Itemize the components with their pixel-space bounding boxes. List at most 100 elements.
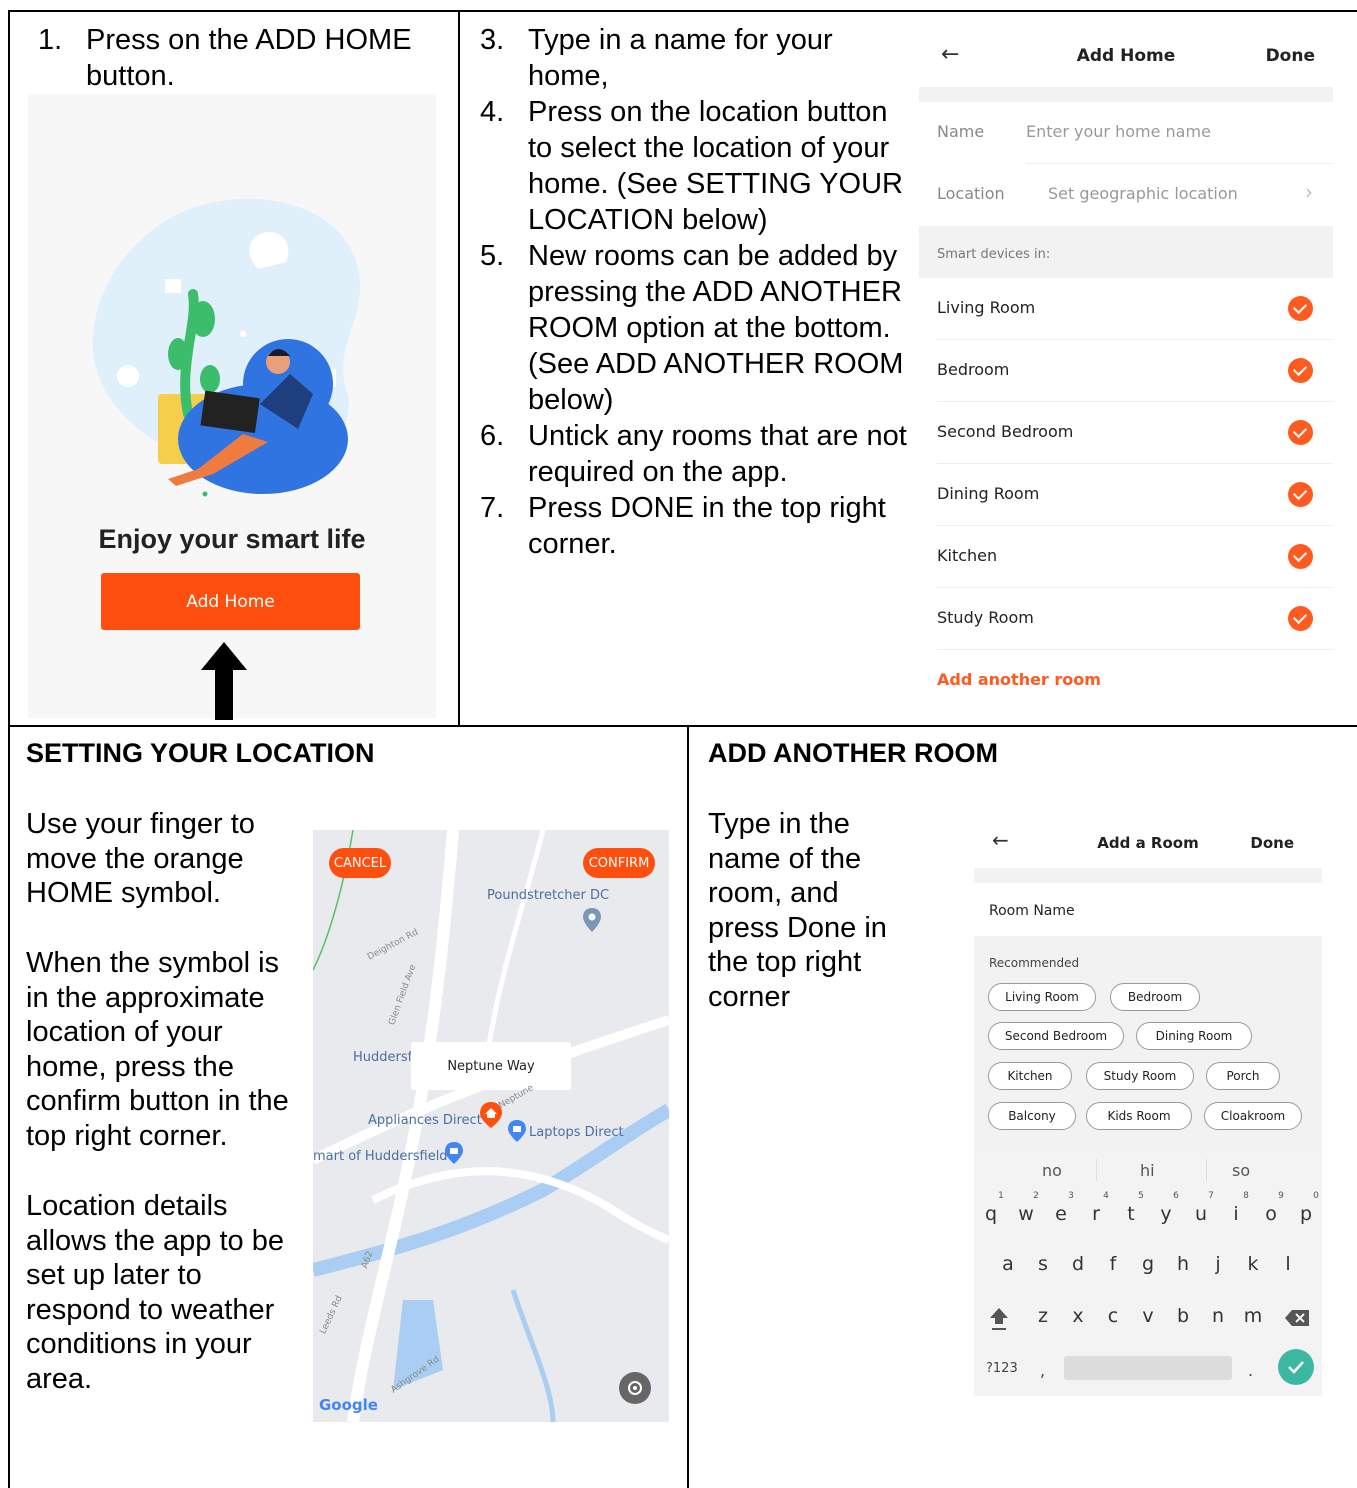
- done-button[interactable]: Done: [1250, 834, 1294, 852]
- symbols-key[interactable]: ?123: [986, 1361, 1018, 1376]
- checkmark-icon[interactable]: [1288, 482, 1313, 507]
- key[interactable]: e: [1044, 1203, 1078, 1225]
- recommended-label: Recommended: [989, 956, 1080, 970]
- key[interactable]: w: [1009, 1203, 1043, 1225]
- room-row[interactable]: Second Bedroom: [919, 402, 1333, 464]
- enter-key[interactable]: [1278, 1349, 1314, 1385]
- section-heading-add-room: ADD ANOTHER ROOM: [708, 738, 998, 768]
- key[interactable]: c: [1096, 1305, 1130, 1327]
- key[interactable]: f: [1096, 1253, 1130, 1275]
- room-chip[interactable]: Second Bedroom: [988, 1022, 1124, 1050]
- step-text: Type in a name for your home,: [528, 24, 833, 92]
- key[interactable]: g: [1131, 1253, 1165, 1275]
- step-text: Press DONE in the top right corner.: [528, 492, 886, 560]
- map-view[interactable]: CANCEL CONFIRM Poundstretcher DC Hudders…: [313, 830, 669, 1422]
- room-chip[interactable]: Balcony: [988, 1102, 1076, 1130]
- backspace-icon[interactable]: [1284, 1309, 1310, 1327]
- step-1: 1. Press on the ADD HOME button.: [28, 22, 438, 94]
- done-button[interactable]: Done: [1266, 46, 1315, 66]
- location-para-3: Location details allows the app to be se…: [26, 1190, 284, 1395]
- suggestion[interactable]: so: [1232, 1161, 1250, 1180]
- space-bar[interactable]: [1064, 1356, 1232, 1380]
- map-pin-icon: [583, 908, 601, 932]
- checkmark-icon[interactable]: [1288, 606, 1313, 631]
- room-chip[interactable]: Kitchen: [988, 1062, 1072, 1090]
- key[interactable]: j: [1201, 1253, 1235, 1275]
- room-chip[interactable]: Study Room: [1086, 1062, 1194, 1090]
- checkmark-icon[interactable]: [1288, 296, 1313, 321]
- room-chip[interactable]: Cloakroom: [1204, 1102, 1302, 1130]
- key[interactable]: d: [1061, 1253, 1095, 1275]
- key[interactable]: u: [1184, 1203, 1218, 1225]
- key[interactable]: a: [991, 1253, 1025, 1275]
- name-field[interactable]: Name Enter your home name: [919, 102, 1333, 164]
- key[interactable]: t: [1114, 1203, 1148, 1225]
- my-location-button[interactable]: [619, 1372, 651, 1404]
- place-label: Poundstretcher DC: [487, 888, 610, 903]
- list-item: 6. Untick any rooms that are not required…: [470, 418, 910, 490]
- list-item: 3. Type in a name for your home,: [470, 22, 910, 94]
- name-placeholder[interactable]: Enter your home name: [1026, 122, 1211, 141]
- key[interactable]: v: [1131, 1305, 1165, 1327]
- location-para-1: Use your finger to move the orange HOME …: [26, 808, 255, 909]
- key-number: 7: [1208, 1191, 1214, 1201]
- shop-pin-icon: [508, 1120, 526, 1142]
- room-chip[interactable]: Bedroom: [1110, 983, 1200, 1011]
- room-label: Living Room: [937, 298, 1036, 317]
- room-row[interactable]: Living Room: [919, 278, 1333, 340]
- checkmark-icon[interactable]: [1288, 420, 1313, 445]
- room-row[interactable]: Dining Room: [919, 464, 1333, 526]
- key[interactable]: i: [1219, 1203, 1253, 1225]
- key[interactable]: y: [1149, 1203, 1183, 1225]
- add-room-para: Type in the name of the room, and press …: [708, 808, 887, 1013]
- key[interactable]: q: [974, 1203, 1008, 1225]
- add-another-room-link[interactable]: Add another room: [919, 650, 1333, 712]
- add-home-screen: ← Add Home Done Name Enter your home nam…: [919, 14, 1333, 714]
- key[interactable]: z: [1026, 1305, 1060, 1327]
- room-chip[interactable]: Kids Room: [1086, 1102, 1192, 1130]
- key[interactable]: p: [1289, 1203, 1322, 1225]
- app-header: ← Add Home Done: [919, 42, 1333, 74]
- checkmark-icon[interactable]: [1288, 358, 1313, 383]
- keyboard: no hi so 1 2 3 4 5 6 7 8 9 0 q w e r t y…: [974, 1151, 1322, 1396]
- add-home-button[interactable]: Add Home: [101, 573, 360, 630]
- room-chip[interactable]: Porch: [1206, 1062, 1280, 1090]
- step-text: Press on the ADD HOME button.: [86, 24, 412, 92]
- key[interactable]: h: [1166, 1253, 1200, 1275]
- instructions-list: 3. Type in a name for your home, 4. Press …: [470, 22, 910, 562]
- step-number: 6.: [480, 420, 505, 452]
- step-number: 7.: [480, 492, 505, 524]
- cancel-button[interactable]: CANCEL: [329, 848, 391, 878]
- location-popup: Neptune Way: [411, 1042, 571, 1090]
- comma-key[interactable]: ,: [1040, 1361, 1045, 1380]
- confirm-button[interactable]: CONFIRM: [583, 848, 655, 878]
- recommended-panel: Recommended Living Room Bedroom Second B…: [974, 936, 1322, 1151]
- google-logo: Google: [319, 1396, 378, 1414]
- suggestion[interactable]: no: [1042, 1161, 1062, 1180]
- location-field[interactable]: Location Set geographic location ›: [919, 164, 1333, 226]
- section-heading-location: SETTING YOUR LOCATION: [26, 738, 375, 768]
- checkmark-icon[interactable]: [1288, 544, 1313, 569]
- shift-icon[interactable]: [988, 1305, 1010, 1331]
- room-row[interactable]: Bedroom: [919, 340, 1333, 402]
- room-row[interactable]: Study Room: [919, 588, 1333, 650]
- section-label: Smart devices in:: [937, 247, 1051, 262]
- key[interactable]: l: [1271, 1253, 1305, 1275]
- key[interactable]: m: [1236, 1305, 1270, 1327]
- key[interactable]: x: [1061, 1305, 1095, 1327]
- key[interactable]: o: [1254, 1203, 1288, 1225]
- key[interactable]: b: [1166, 1305, 1200, 1327]
- key[interactable]: k: [1236, 1253, 1270, 1275]
- room-row[interactable]: Kitchen: [919, 526, 1333, 588]
- room-chip[interactable]: Living Room: [988, 983, 1096, 1011]
- room-name-field[interactable]: Room Name: [989, 903, 1075, 919]
- key[interactable]: r: [1079, 1203, 1113, 1225]
- room-chip[interactable]: Dining Room: [1136, 1022, 1252, 1050]
- suggestion[interactable]: hi: [1140, 1161, 1155, 1180]
- location-value[interactable]: Set geographic location: [1048, 184, 1238, 203]
- location-para-2: When the symbol is in the approximate lo…: [26, 947, 289, 1152]
- key[interactable]: s: [1026, 1253, 1060, 1275]
- list-item: 7. Press DONE in the top right corner.: [470, 490, 910, 562]
- key[interactable]: n: [1201, 1305, 1235, 1327]
- period-key[interactable]: .: [1248, 1361, 1253, 1380]
